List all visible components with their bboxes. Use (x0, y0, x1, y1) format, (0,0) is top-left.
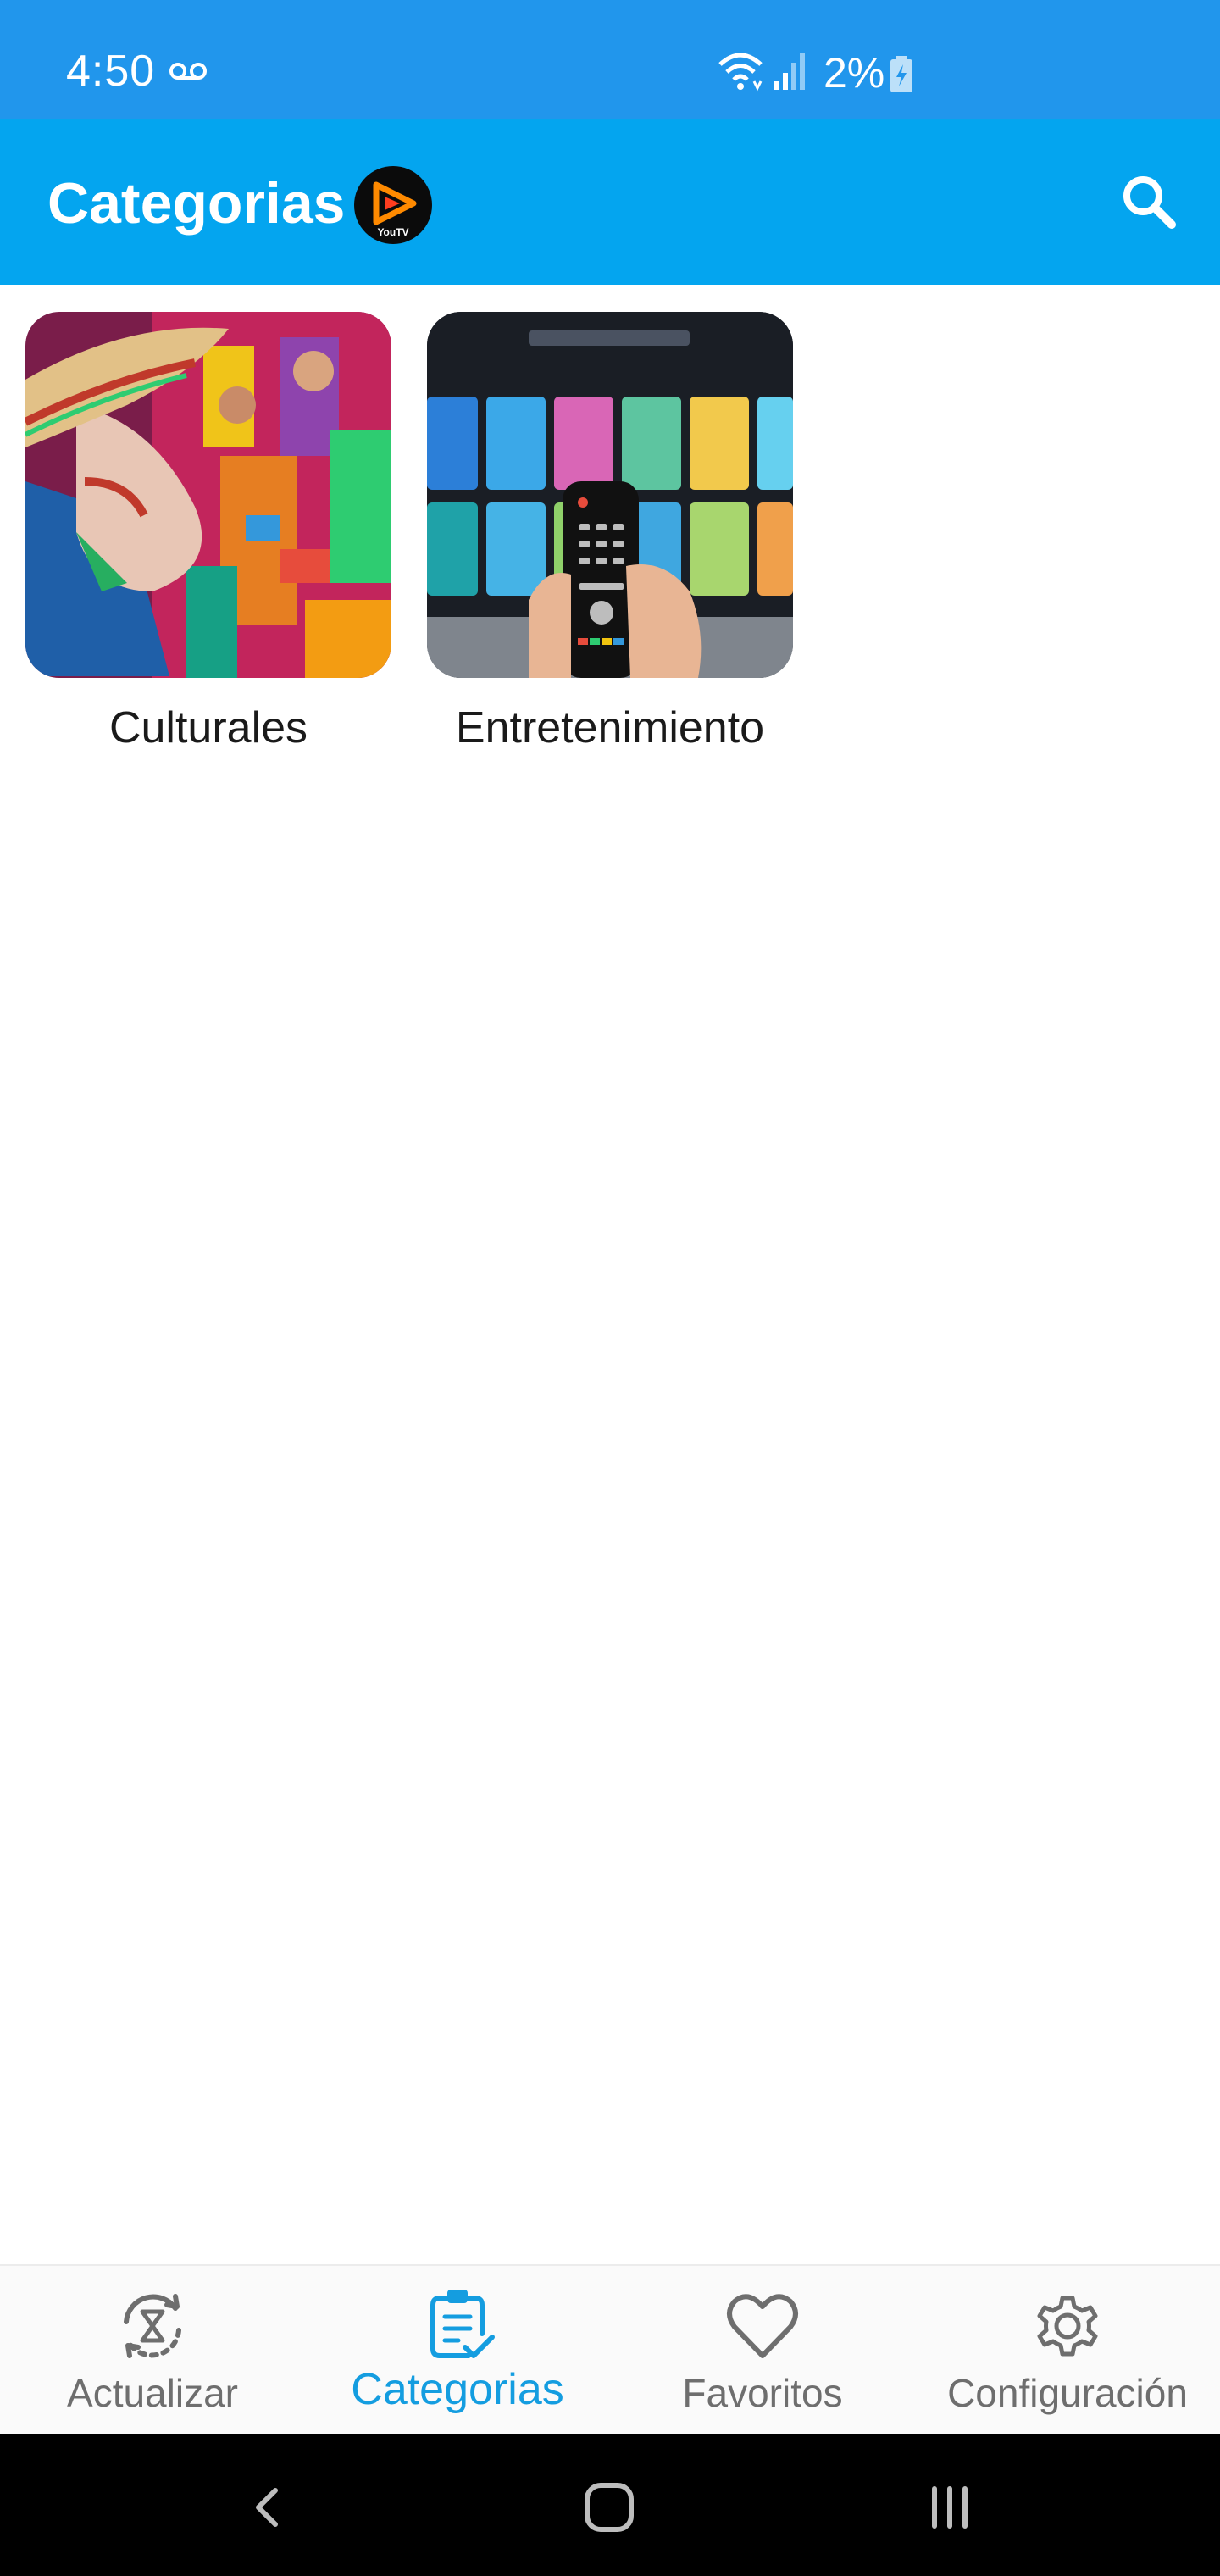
search-icon (1123, 176, 1176, 229)
home-icon (585, 2483, 634, 2532)
voicemail-icon (169, 63, 207, 80)
nav-label: Categorias (351, 2365, 564, 2414)
nav-label: Actualizar (67, 2371, 238, 2415)
wifi-icon (718, 53, 762, 92)
recents-button[interactable] (912, 2469, 988, 2545)
status-bar: 4:50 2% (0, 0, 1220, 119)
cultural-festival-photo (25, 312, 391, 678)
back-icon (256, 2488, 278, 2527)
gear-icon (1037, 2296, 1098, 2357)
nav-label: Configuración (947, 2371, 1188, 2415)
nav-item-categorias[interactable]: Categorias (305, 2266, 610, 2435)
signal-icon (774, 53, 805, 90)
youtv-logo: YouTV (354, 166, 432, 244)
status-time: 4:50 (66, 47, 156, 96)
heart-icon (727, 2294, 798, 2358)
app-bar: Categorias YouTV (0, 119, 1220, 285)
category-label: Entretenimiento (455, 703, 765, 752)
battery-charging-icon (890, 56, 912, 92)
back-button[interactable] (230, 2469, 307, 2545)
clipboard-check-icon (430, 2290, 495, 2358)
category-card-culturales[interactable]: Culturales (25, 312, 391, 752)
refresh-hourglass-icon (124, 2294, 181, 2358)
category-label: Culturales (108, 703, 308, 752)
page-title: Categorias (47, 171, 346, 236)
nav-item-actualizar[interactable]: Actualizar (0, 2266, 305, 2435)
search-button[interactable] (1110, 163, 1188, 241)
battery-percent: 2% (824, 49, 885, 97)
bottom-nav: Actualizar Categorias Favoritos Configur… (0, 2264, 1220, 2435)
recents-icon (932, 2486, 968, 2529)
system-nav-bar (0, 2434, 1220, 2576)
home-button[interactable] (571, 2469, 647, 2545)
tv-remote-photo (427, 312, 793, 678)
nav-label: Favoritos (682, 2371, 843, 2415)
nav-item-configuracion[interactable]: Configuración (915, 2266, 1220, 2435)
logo-text: YouTV (377, 226, 408, 238)
nav-item-favoritos[interactable]: Favoritos (610, 2266, 915, 2435)
category-card-entretenimiento[interactable]: Entretenimiento (427, 312, 793, 752)
